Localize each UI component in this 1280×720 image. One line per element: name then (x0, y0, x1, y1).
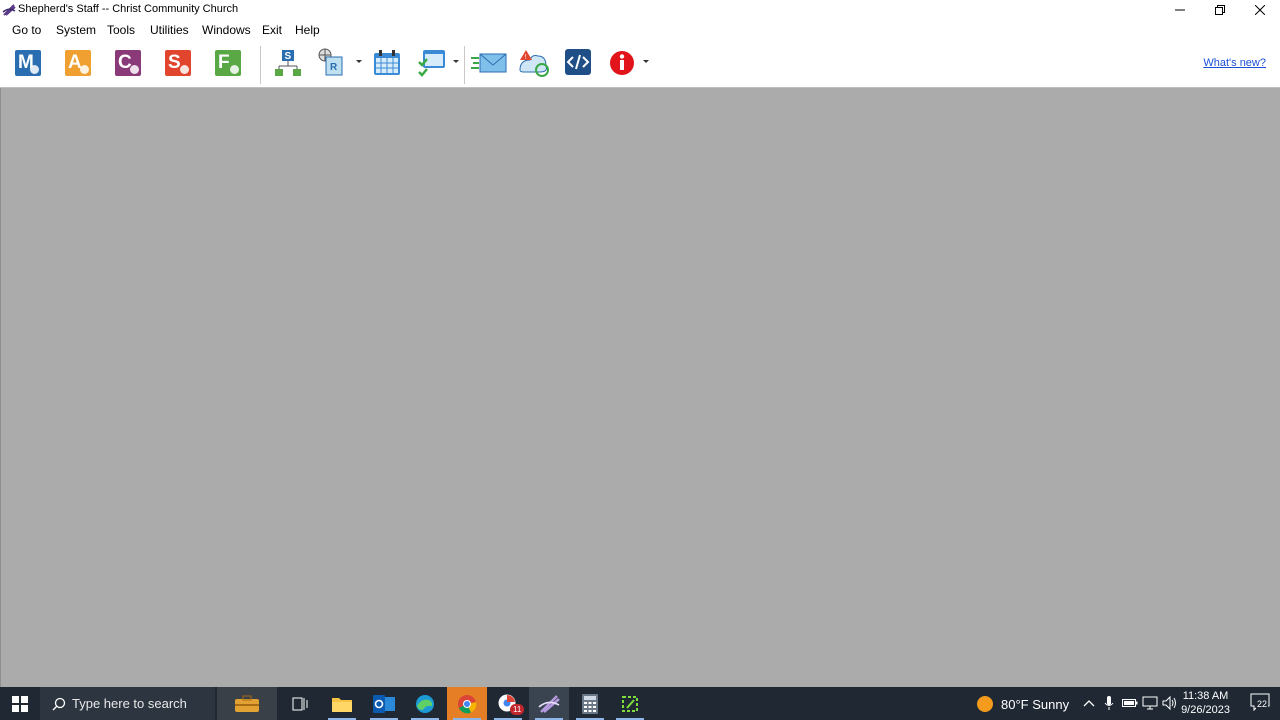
toolbar: M A C S F S R ! What's new? (0, 40, 1280, 88)
close-button[interactable] (1240, 0, 1280, 20)
edge-app[interactable] (405, 687, 445, 720)
developer-button[interactable] (564, 48, 594, 78)
shepherds-staff-app-icon (2, 4, 16, 16)
edge-icon (416, 694, 434, 713)
membership-module-icon: M (15, 50, 41, 76)
toolbar-separator (464, 46, 465, 84)
chrome-icon (458, 694, 477, 713)
alerts-sync-button[interactable]: ! (518, 48, 549, 78)
task-view-button[interactable] (280, 687, 320, 720)
org-chart-button[interactable]: S (273, 48, 303, 78)
org-chart-icon: S (275, 50, 301, 76)
briefcase-icon (235, 695, 259, 712)
show-hidden-icons-chevron-icon[interactable] (1083, 699, 1095, 707)
file-explorer-app[interactable] (322, 687, 362, 720)
task-view-icon (292, 697, 308, 710)
code-icon (565, 49, 591, 75)
menu-help[interactable]: Help (293, 23, 322, 37)
menu-tools[interactable]: Tools (105, 23, 137, 37)
whats-new-link[interactable]: What's new? (1203, 57, 1266, 69)
schedule-dropdown-caret[interactable] (453, 60, 459, 63)
stewardship-button[interactable]: S (163, 48, 193, 78)
chrome-notification-badge: 11 (510, 704, 525, 715)
calculator-app[interactable] (570, 687, 610, 720)
email-button[interactable] (471, 48, 507, 78)
menu-utilities[interactable]: Utilities (148, 23, 191, 37)
windows-logo-icon (12, 695, 28, 712)
info-dropdown-caret[interactable] (643, 60, 649, 63)
attendance-module-icon: A (65, 50, 91, 76)
contributions-module-icon: C (115, 50, 141, 76)
title-bar: Shepherd's Staff -- Christ Community Chu… (0, 0, 1280, 20)
svg-text:!: ! (525, 54, 527, 61)
minimize-button[interactable] (1160, 0, 1200, 20)
sunny-weather-icon (977, 696, 993, 712)
svg-text:S: S (285, 51, 292, 62)
chrome-profile-app[interactable]: 11 (488, 687, 528, 720)
search-placeholder: Type here to search (72, 696, 187, 711)
menu-go-to[interactable]: Go to (10, 23, 43, 37)
volume-icon[interactable] (1162, 696, 1178, 710)
window-title: Shepherd's Staff -- Christ Community Chu… (18, 3, 239, 15)
toolbar-separator (260, 46, 261, 84)
email-icon (471, 53, 507, 73)
financial-module-icon: F (215, 50, 241, 76)
stewardship-module-icon: S (165, 50, 191, 76)
menu-bar: Go to System Tools Utilities Windows Exi… (0, 20, 1280, 40)
clock-time: 11:38 AM (1182, 690, 1229, 702)
windows-taskbar: Type here to search 11 80°F Sunny 11:38 … (0, 687, 1280, 720)
notification-center-button[interactable]: 22 (1250, 693, 1270, 714)
reports-dropdown-caret[interactable] (356, 60, 362, 63)
taskbar-briefcase-widget[interactable] (217, 687, 277, 720)
snipping-tool-app[interactable] (610, 687, 650, 720)
outlook-app[interactable] (364, 687, 404, 720)
alert-sync-icon: ! (519, 50, 549, 77)
schedule-checklist-button[interactable] (417, 48, 447, 78)
snipping-tool-icon (622, 695, 638, 712)
notification-count: 22 (1256, 699, 1269, 709)
search-icon (52, 697, 66, 710)
info-icon (610, 51, 634, 75)
shepherds-staff-taskbar-app[interactable] (529, 687, 569, 720)
restore-button[interactable] (1200, 0, 1240, 20)
outlook-icon (373, 694, 395, 713)
financial-button[interactable]: F (213, 48, 243, 78)
menu-system[interactable]: System (54, 23, 98, 37)
folder-icon (332, 697, 352, 712)
network-icon[interactable] (1142, 696, 1158, 710)
svg-text:R: R (330, 62, 338, 73)
reports-globe-icon: R (318, 48, 343, 76)
microphone-icon[interactable] (1104, 696, 1114, 711)
attendance-button[interactable]: A (63, 48, 93, 78)
start-button[interactable] (0, 687, 40, 720)
calculator-icon (582, 693, 598, 714)
battery-icon[interactable] (1122, 698, 1138, 708)
calendar-icon (374, 50, 400, 75)
weather-widget[interactable]: 80°F Sunny (1001, 697, 1069, 712)
restore-icon (1215, 5, 1225, 15)
shepherds-staff-icon (538, 694, 560, 713)
reports-button[interactable]: R (318, 48, 348, 78)
close-icon (1255, 5, 1265, 15)
info-button[interactable] (607, 48, 637, 78)
schedule-checklist-icon (418, 50, 445, 77)
clock-date: 9/26/2023 (1181, 704, 1230, 716)
menu-windows[interactable]: Windows (200, 23, 253, 37)
calendar-button[interactable] (372, 48, 402, 78)
minimize-icon (1175, 9, 1185, 11)
contributions-button[interactable]: C (113, 48, 143, 78)
membership-button[interactable]: M (13, 48, 43, 78)
menu-exit[interactable]: Exit (260, 23, 284, 37)
chrome-app[interactable] (447, 687, 487, 720)
mdi-workspace (0, 88, 1280, 687)
taskbar-search-box[interactable]: Type here to search (40, 687, 215, 720)
taskbar-clock[interactable]: 11:38 AM 9/26/2023 (1181, 689, 1230, 717)
